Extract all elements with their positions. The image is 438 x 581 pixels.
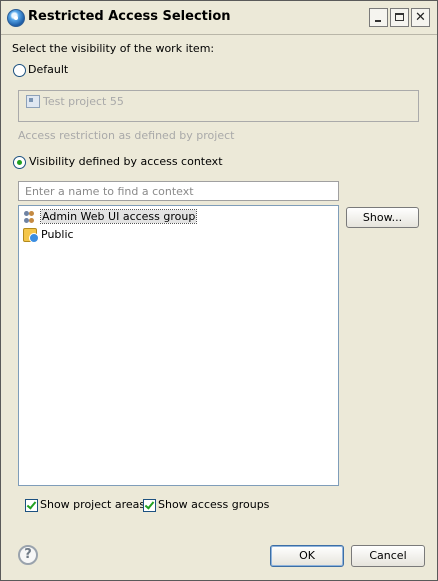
ok-button[interactable]: OK	[270, 545, 344, 567]
show-access-groups-label[interactable]: Show access groups	[158, 498, 269, 511]
window-title: Restricted Access Selection	[28, 9, 231, 24]
project-area-icon	[26, 95, 40, 108]
list-item-label: Admin Web UI access group	[39, 209, 198, 224]
cancel-button[interactable]: Cancel	[351, 545, 425, 567]
default-project-box: Test project 55	[18, 90, 419, 122]
default-radio[interactable]	[13, 64, 26, 77]
title-bar[interactable]: Restricted Access Selection ✕	[1, 1, 437, 35]
access-context-radio[interactable]	[13, 156, 26, 169]
list-item-label: Public	[41, 228, 74, 241]
close-icon: ✕	[415, 10, 426, 25]
default-project-name: Test project 55	[43, 95, 124, 108]
restricted-access-dialog: Restricted Access Selection ✕ Select the…	[0, 0, 438, 581]
help-icon: ?	[24, 547, 32, 562]
help-button[interactable]: ?	[18, 545, 38, 565]
close-button[interactable]: ✕	[411, 8, 430, 27]
access-group-icon	[23, 210, 37, 224]
minimize-button[interactable]	[369, 8, 388, 27]
context-search-input[interactable]	[19, 182, 338, 200]
show-access-groups-checkbox[interactable]	[143, 499, 156, 512]
context-search-field[interactable]	[18, 181, 339, 201]
show-button[interactable]: Show...	[346, 207, 419, 228]
access-context-radio-label[interactable]: Visibility defined by access context	[29, 155, 223, 168]
maximize-button[interactable]	[390, 8, 409, 27]
project-restriction-note: Access restriction as defined by project	[18, 129, 235, 142]
maximize-icon	[391, 9, 408, 26]
public-icon	[23, 228, 39, 243]
show-project-areas-label[interactable]: Show project areas	[40, 498, 145, 511]
show-project-areas-checkbox[interactable]	[25, 499, 38, 512]
context-list[interactable]: Admin Web UI access group Public	[18, 205, 339, 486]
minimize-icon	[370, 9, 387, 26]
app-globe-icon	[7, 9, 25, 27]
default-radio-label[interactable]: Default	[28, 63, 68, 76]
visibility-prompt: Select the visibility of the work item:	[12, 42, 215, 55]
